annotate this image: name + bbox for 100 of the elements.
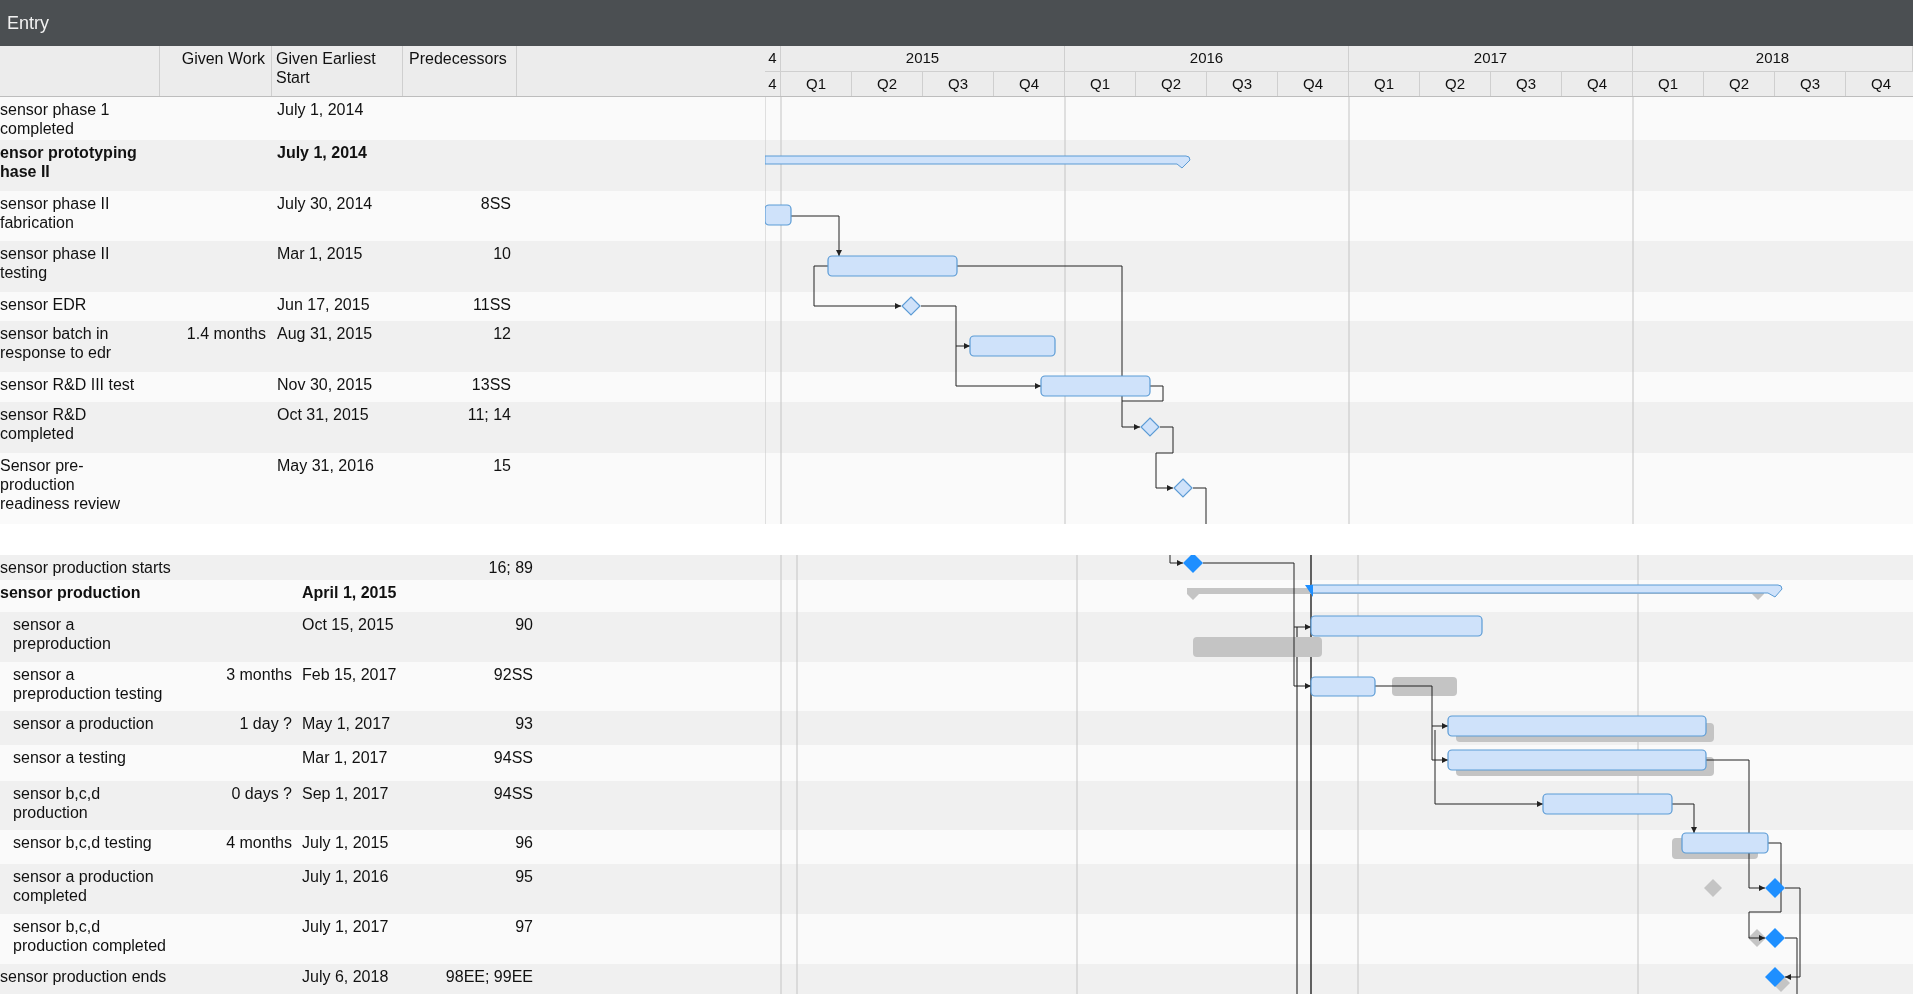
task-name-cell: sensor production	[0, 584, 141, 601]
work-cell: 1 day ?	[239, 715, 292, 732]
task-bar[interactable]	[1447, 749, 1707, 771]
task-bar[interactable]	[1542, 793, 1673, 815]
task-name-cell: sensor b,c,d production	[13, 785, 101, 821]
quarter-label: Q1	[1349, 71, 1420, 96]
quarter-label: Q2	[1136, 71, 1207, 96]
task-bar[interactable]	[1310, 676, 1376, 697]
start-date-cell: Jun 17, 2015	[277, 296, 370, 313]
predecessors-cell: 16; 89	[488, 559, 533, 576]
year-label: 2017	[1349, 46, 1633, 71]
task-name-cell: sensor a production completed	[13, 868, 154, 904]
predecessors-cell: 93	[515, 715, 533, 732]
work-cell: 3 months	[226, 666, 292, 683]
task-bar[interactable]	[1681, 832, 1769, 854]
start-date-cell: July 1, 2014	[277, 101, 364, 118]
start-date-cell: Oct 31, 2015	[277, 406, 369, 423]
task-bar[interactable]	[765, 204, 792, 226]
start-date-cell: May 31, 2016	[277, 457, 374, 474]
task-name-cell: sensor EDR	[0, 296, 87, 313]
start-date-cell: Mar 1, 2015	[277, 245, 363, 262]
quarter-label: Q3	[1775, 71, 1846, 96]
predecessors-cell: 90	[515, 616, 533, 633]
start-date-cell: Feb 15, 2017	[302, 666, 397, 683]
task-name-cell: sensor R&D completed	[0, 406, 87, 442]
start-date-cell: April 1, 2015	[302, 584, 397, 601]
predecessors-cell: 98EE; 99EE	[445, 968, 533, 985]
task-name-cell: sensor production ends	[0, 968, 167, 985]
predecessors-cell: 12	[493, 325, 511, 342]
dependency-arrow	[790, 215, 842, 257]
start-date-cell: July 1, 2014	[277, 144, 367, 161]
predecessors-cell: 11; 14	[467, 406, 511, 423]
predecessors-cell: 92SS	[493, 666, 533, 683]
year-label: 4	[765, 46, 781, 71]
task-name-cell: ensor prototyping hase II	[0, 144, 137, 180]
year-label: 2015	[781, 46, 1065, 71]
window-title: Entry	[7, 12, 49, 34]
milestone-marker[interactable]	[1173, 478, 1193, 498]
start-date-cell: July 30, 2014	[277, 195, 373, 212]
work-cell: 1.4 months	[186, 325, 266, 342]
column-header[interactable]: Given Work	[160, 46, 272, 96]
milestone-marker[interactable]	[1183, 555, 1203, 573]
task-name-cell: sensor a testing	[13, 749, 126, 766]
column-header[interactable]: Given Earliest Start	[272, 46, 403, 96]
baseline-bar	[1392, 677, 1457, 696]
quarter-label: Q4	[1846, 71, 1913, 96]
milestone-marker[interactable]	[1765, 967, 1785, 987]
milestone-marker[interactable]	[1765, 928, 1785, 948]
predecessors-cell: 11SS	[473, 296, 511, 313]
quarter-label: Q1	[1065, 71, 1136, 96]
summary-bar[interactable]	[765, 155, 1191, 169]
predecessors-cell: 94SS	[493, 785, 533, 802]
quarter-label: Q1	[1633, 71, 1704, 96]
year-label: 2018	[1633, 46, 1913, 71]
task-bar[interactable]	[827, 255, 958, 277]
task-bar[interactable]	[1447, 715, 1707, 737]
predecessors-cell: 97	[515, 918, 533, 935]
year-label: 2016	[1065, 46, 1349, 71]
predecessors-cell: 13SS	[471, 376, 511, 393]
task-bar[interactable]	[1310, 615, 1483, 637]
start-date-cell: Oct 15, 2015	[302, 616, 394, 633]
quarter-label: Q3	[1207, 71, 1278, 96]
predecessors-cell: 95	[515, 868, 533, 885]
milestone-marker[interactable]	[1765, 878, 1785, 898]
quarter-label: Q2	[1704, 71, 1775, 96]
task-bar[interactable]	[969, 335, 1056, 357]
start-date-cell: Mar 1, 2017	[302, 749, 388, 766]
start-date-cell: Nov 30, 2015	[277, 376, 373, 393]
quarter-label: Q1	[781, 71, 852, 96]
predecessors-cell: 10	[493, 245, 511, 262]
dependency-arrow	[1671, 803, 1697, 834]
quarter-label: Q3	[923, 71, 994, 96]
work-cell: 4 months	[226, 834, 292, 851]
predecessors-cell: 8SS	[480, 195, 511, 212]
quarter-label: Q2	[1420, 71, 1491, 96]
start-date-cell: Aug 31, 2015	[277, 325, 373, 342]
task-name-cell: Sensor pre-production readiness review	[0, 457, 121, 512]
baseline-marker	[1704, 879, 1722, 897]
quarter-label: 4	[765, 71, 781, 96]
milestone-marker[interactable]	[1140, 417, 1160, 437]
task-name-cell: sensor a production	[13, 715, 154, 732]
quarter-label: Q3	[1491, 71, 1562, 96]
task-bar[interactable]	[1040, 375, 1151, 397]
task-name-cell: sensor b,c,d testing	[13, 834, 152, 851]
predecessors-cell: 96	[515, 834, 533, 851]
column-header[interactable]: Predecessors	[403, 46, 517, 96]
task-name-cell: sensor R&D III test	[0, 376, 135, 393]
dependency-arrow	[1155, 426, 1174, 491]
task-name-cell: sensor b,c,d production completed	[13, 918, 166, 954]
task-name-cell: sensor phase II fabrication	[0, 195, 110, 231]
task-name-cell: sensor a preproduction testing	[13, 666, 163, 702]
quarter-label: Q4	[1278, 71, 1349, 96]
start-date-cell: July 1, 2016	[302, 868, 389, 885]
predecessors-cell: 15	[493, 457, 511, 474]
summary-bar[interactable]	[1305, 584, 1783, 598]
task-name-cell: sensor batch in response to edr	[0, 325, 112, 361]
task-name-cell: sensor phase 1 completed	[0, 101, 110, 137]
milestone-marker[interactable]	[901, 296, 921, 316]
quarter-label: Q2	[852, 71, 923, 96]
start-date-cell: May 1, 2017	[302, 715, 391, 732]
